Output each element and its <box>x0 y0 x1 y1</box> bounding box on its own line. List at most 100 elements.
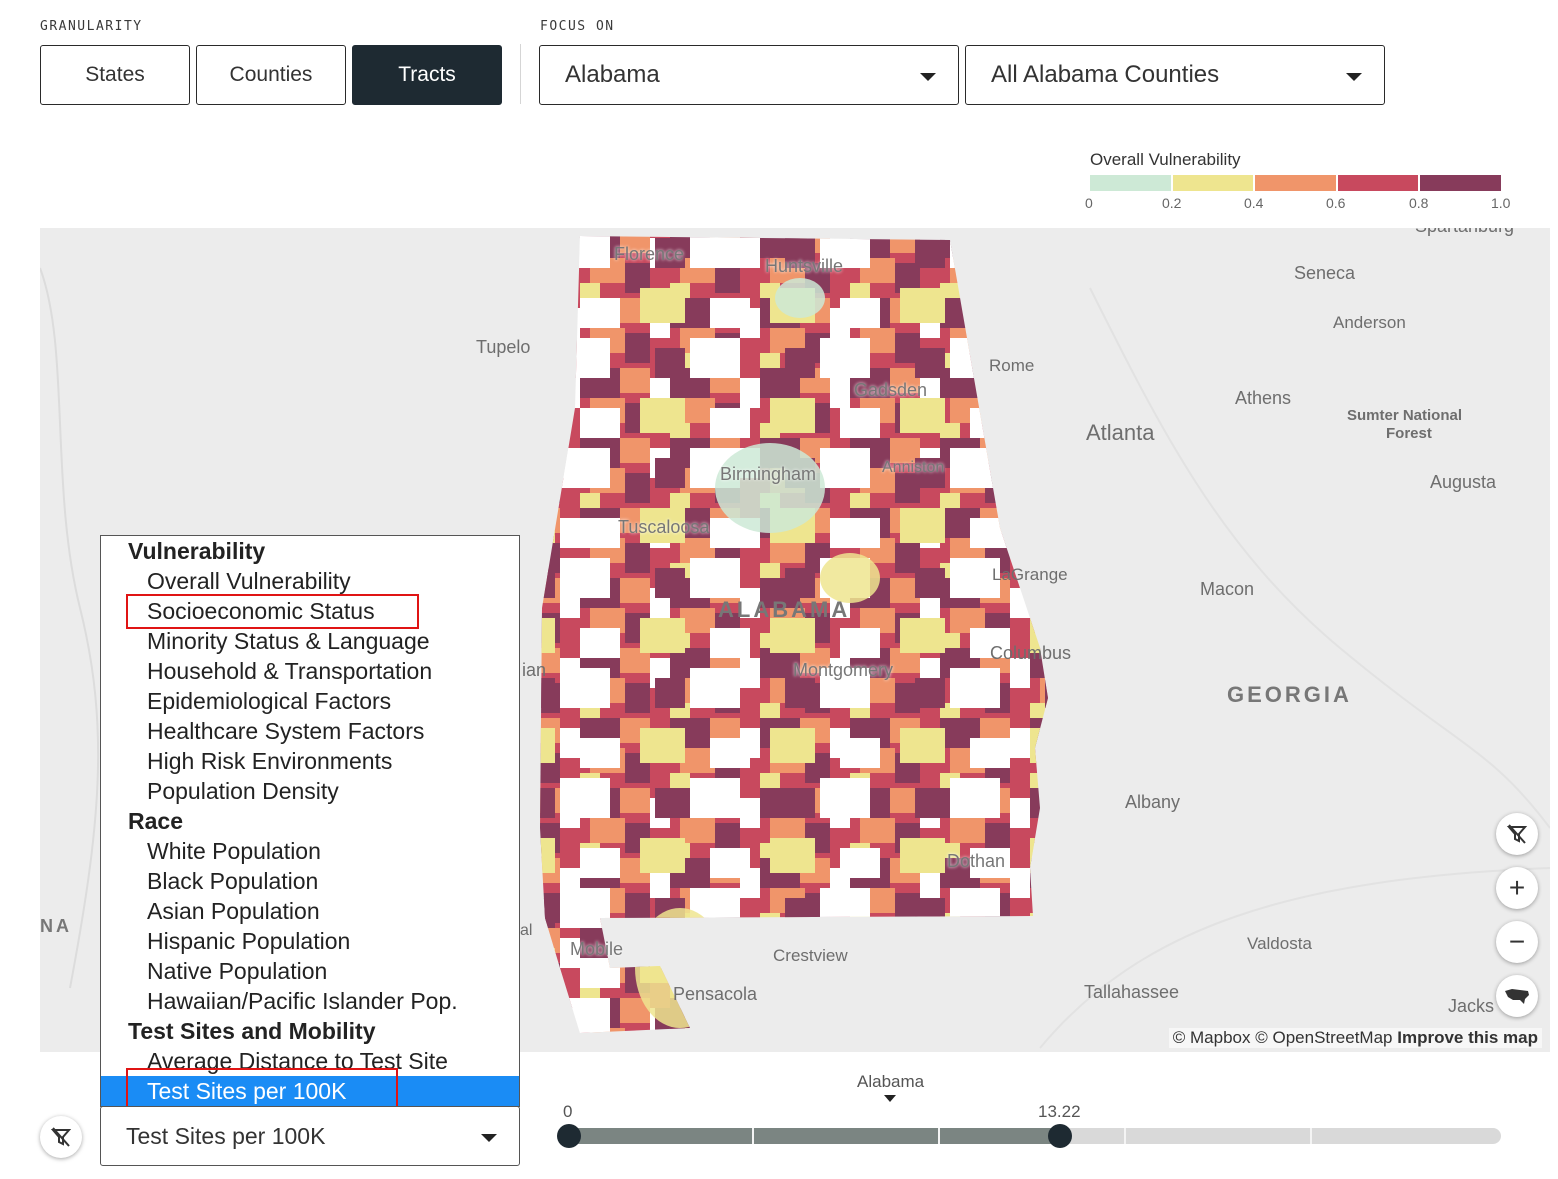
map-label-macon: Macon <box>1200 579 1255 599</box>
annotation-highlight-socioeconomic <box>126 594 419 629</box>
legend-tick: 0.4 <box>1244 195 1264 211</box>
menu-group-test-sites-mobility: Test Sites and Mobility <box>128 1018 376 1044</box>
chevron-down-icon <box>920 73 936 81</box>
map-label-georgia: GEORGIA <box>1227 682 1352 707</box>
map-label-crestview: Crestview <box>773 946 848 965</box>
map-label-valdosta: Valdosta <box>1247 934 1312 953</box>
map-label-tupelo: Tupelo <box>476 337 531 357</box>
granularity-tracts-button[interactable]: Tracts <box>352 45 502 105</box>
reset-view-button[interactable] <box>1496 975 1538 1017</box>
focus-label: FOCUS ON <box>540 19 615 34</box>
menu-item-minority-status[interactable]: Minority Status & Language <box>101 626 519 656</box>
attribution-mapbox[interactable]: © Mapbox <box>1173 1028 1251 1047</box>
map-label-atlanta: Atlanta <box>1086 420 1155 445</box>
slider-value-label: 13.22 <box>1038 1102 1081 1121</box>
map-label-tallahassee: Tallahassee <box>1084 982 1180 1002</box>
menu-item-native-population[interactable]: Native Population <box>101 956 519 986</box>
county-select-value: All Alabama Counties <box>991 61 1220 88</box>
chevron-down-icon <box>1346 73 1362 81</box>
map-label-sumter-national: Sumter National <box>1347 407 1463 424</box>
map-label-augusta: Augusta <box>1430 472 1497 492</box>
map-label-athens: Athens <box>1235 388 1292 408</box>
map-label-columbus: Columbus <box>990 643 1072 663</box>
county-select[interactable]: All Alabama Counties <box>965 45 1385 105</box>
menu-item-hawaiian-pacific-islander[interactable]: Hawaiian/Pacific Islander Pop. <box>101 986 519 1016</box>
legend-swatch <box>1172 175 1254 191</box>
menu-group-race: Race <box>128 808 183 834</box>
map-label-birmingham: Birmingham <box>720 464 817 484</box>
usa-map-icon <box>1505 989 1529 1004</box>
improve-map-link[interactable]: Improve this map <box>1397 1028 1538 1047</box>
slider-min-handle[interactable] <box>557 1124 581 1148</box>
no-filter-icon <box>1506 824 1528 844</box>
map-label-rome: Rome <box>989 356 1035 375</box>
map-label-partial-state: NA <box>40 916 72 936</box>
slider-marker-icon <box>884 1095 896 1102</box>
map-label-partial-southwest: al <box>520 922 533 939</box>
legend-swatch <box>1337 175 1419 191</box>
chevron-down-icon <box>481 1134 497 1142</box>
legend-swatch <box>1090 175 1171 191</box>
map-label-montgomery: Montgomery <box>793 660 894 680</box>
slider-divider <box>752 1128 754 1144</box>
slider-min-label: 0 <box>563 1102 573 1121</box>
slider-fill <box>569 1128 1060 1144</box>
map-label-tuscaloosa: Tuscaloosa <box>618 517 710 537</box>
state-select[interactable]: Alabama <box>539 45 959 105</box>
legend-swatch <box>1420 175 1501 191</box>
clear-filter-button[interactable] <box>1496 813 1538 855</box>
menu-item-white-population[interactable]: White Population <box>101 836 519 866</box>
slider-divider <box>1310 1128 1312 1144</box>
toolbar-divider <box>520 44 521 104</box>
map-label-anderson: Anderson <box>1333 313 1406 332</box>
menu-item-epidemiological-factors[interactable]: Epidemiological Factors <box>101 686 519 716</box>
granularity-counties-button[interactable]: Counties <box>196 45 346 105</box>
no-filter-icon <box>50 1127 72 1147</box>
menu-item-household-transportation[interactable]: Household & Transportation <box>101 656 519 686</box>
menu-item-healthcare-system-factors[interactable]: Healthcare System Factors <box>101 716 519 746</box>
map-label-pensacola: Pensacola <box>673 984 758 1004</box>
map-label-gadsden: Gadsden <box>854 380 928 400</box>
map-label-lagrange: LaGrange <box>992 565 1068 584</box>
zoom-in-button[interactable]: + <box>1496 867 1538 909</box>
map-label-alabama: ALABAMA <box>718 597 851 622</box>
slider-divider <box>1124 1128 1126 1144</box>
map-label-dothan: Dothan <box>947 851 1006 871</box>
map-label-spartanburg: Spartanburg <box>1415 228 1514 237</box>
menu-item-black-population[interactable]: Black Population <box>101 866 519 896</box>
menu-item-population-density[interactable]: Population Density <box>101 776 519 806</box>
map-label-florence: Florence <box>614 244 685 264</box>
menu-item-asian-population[interactable]: Asian Population <box>101 896 519 926</box>
attribution-osm[interactable]: © OpenStreetMap <box>1255 1028 1392 1047</box>
slider-marker-label: Alabama <box>857 1072 925 1091</box>
map-label-forest: Forest <box>1386 425 1432 442</box>
legend-tick: 0.6 <box>1326 195 1346 211</box>
legend-tick: 0.2 <box>1162 195 1182 211</box>
filter-toggle-button[interactable] <box>40 1116 82 1158</box>
state-select-value: Alabama <box>565 61 660 88</box>
menu-item-hispanic-population[interactable]: Hispanic Population <box>101 926 519 956</box>
legend-tick: 0 <box>1085 195 1093 211</box>
zoom-out-button[interactable]: − <box>1496 921 1538 963</box>
granularity-label: GRANULARITY <box>40 19 143 34</box>
legend-tick: 1.0 <box>1491 195 1511 211</box>
map-label-mobile: Mobile <box>570 939 624 959</box>
slider-value-handle[interactable] <box>1048 1124 1072 1148</box>
menu-group-vulnerability: Vulnerability <box>128 538 266 564</box>
metric-select-value: Test Sites per 100K <box>126 1122 326 1149</box>
legend-swatch <box>1255 175 1336 191</box>
map-label-huntsville: Huntsville <box>765 256 844 276</box>
map-label-anniston: Anniston <box>882 459 945 476</box>
menu-item-high-risk-environments[interactable]: High Risk Environments <box>101 746 519 776</box>
slider-divider <box>938 1128 940 1144</box>
legend-title: Overall Vulnerability <box>1090 150 1241 169</box>
granularity-states-button[interactable]: States <box>40 45 190 105</box>
map-attribution: © Mapbox © OpenStreetMap Improve this ma… <box>1168 1028 1542 1048</box>
menu-item-overall-vulnerability[interactable]: Overall Vulnerability <box>101 566 519 596</box>
map-label-jacksonville: Jacks <box>1448 996 1495 1016</box>
metric-select[interactable]: Test Sites per 100K <box>100 1106 520 1166</box>
legend-tick: 0.8 <box>1409 195 1429 211</box>
map-label-partial-west: ian <box>522 660 547 680</box>
map-label-albany: Albany <box>1125 792 1181 812</box>
map-label-seneca: Seneca <box>1294 263 1356 283</box>
